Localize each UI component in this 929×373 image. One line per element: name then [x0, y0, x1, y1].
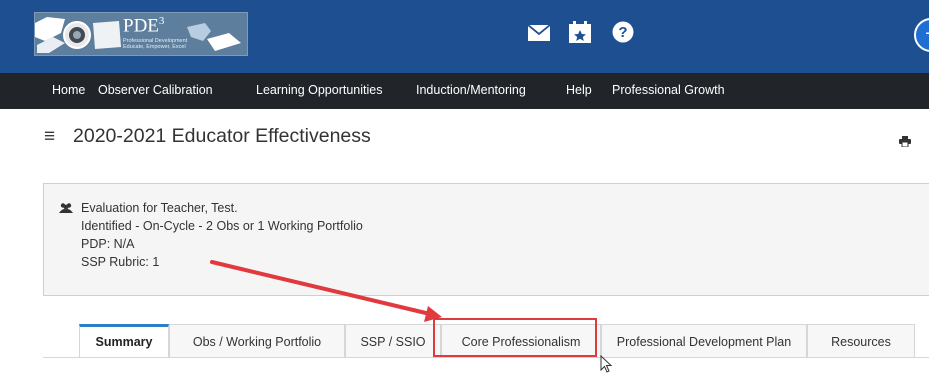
tab-professional-development-plan[interactable]: Professional Development Plan: [601, 324, 807, 358]
evaluation-heading: Evaluation for Teacher, Test.: [81, 201, 238, 215]
tab-obs-working-portfolio[interactable]: Obs / Working Portfolio: [169, 324, 345, 358]
nav-home[interactable]: Home: [52, 83, 85, 97]
hamburger-menu-icon[interactable]: ≡: [44, 127, 55, 146]
tab-summary[interactable]: Summary: [79, 324, 169, 358]
evaluation-ssp-rubric: SSP Rubric: 1: [81, 255, 160, 269]
tabs-divider: [43, 357, 929, 358]
logo-emblem-icon: [35, 17, 121, 53]
main-nav: Home Observer Calibration Learning Oppor…: [0, 73, 929, 109]
pa-map-icon: [187, 23, 241, 51]
nav-observer-calibration[interactable]: Observer Calibration: [98, 83, 213, 97]
nav-help[interactable]: Help: [566, 83, 592, 97]
annotation-highlight-box: [433, 318, 597, 357]
mail-icon[interactable]: [528, 25, 550, 41]
user-avatar[interactable]: T: [914, 18, 929, 52]
mouse-cursor-icon: [600, 355, 613, 373]
evaluation-status: Identified - On-Cycle - 2 Obs or 1 Worki…: [81, 219, 363, 233]
help-icon[interactable]: ?: [612, 21, 634, 43]
tab-ssp-ssio[interactable]: SSP / SSIO: [345, 324, 441, 358]
users-icon: [59, 203, 73, 213]
tab-resources[interactable]: Resources: [807, 324, 915, 358]
print-icon[interactable]: [899, 136, 911, 147]
svg-text:?: ?: [618, 24, 627, 41]
page-title: 2020-2021 Educator Effectiveness: [73, 125, 371, 147]
pde-logo[interactable]: PDE3 Professional Development Educate, E…: [34, 12, 248, 56]
evaluation-summary-box: Evaluation for Teacher, Test. Identified…: [43, 183, 929, 296]
logo-title: PDE3: [123, 15, 165, 37]
top-header: PDE3 Professional Development Educate, E…: [0, 0, 929, 73]
nav-induction-mentoring[interactable]: Induction/Mentoring: [416, 83, 526, 97]
calendar-star-icon[interactable]: [569, 21, 591, 43]
nav-learning-opportunities[interactable]: Learning Opportunities: [256, 83, 382, 97]
evaluation-pdp: PDP: N/A: [81, 237, 135, 251]
nav-professional-growth[interactable]: Professional Growth: [612, 83, 725, 97]
